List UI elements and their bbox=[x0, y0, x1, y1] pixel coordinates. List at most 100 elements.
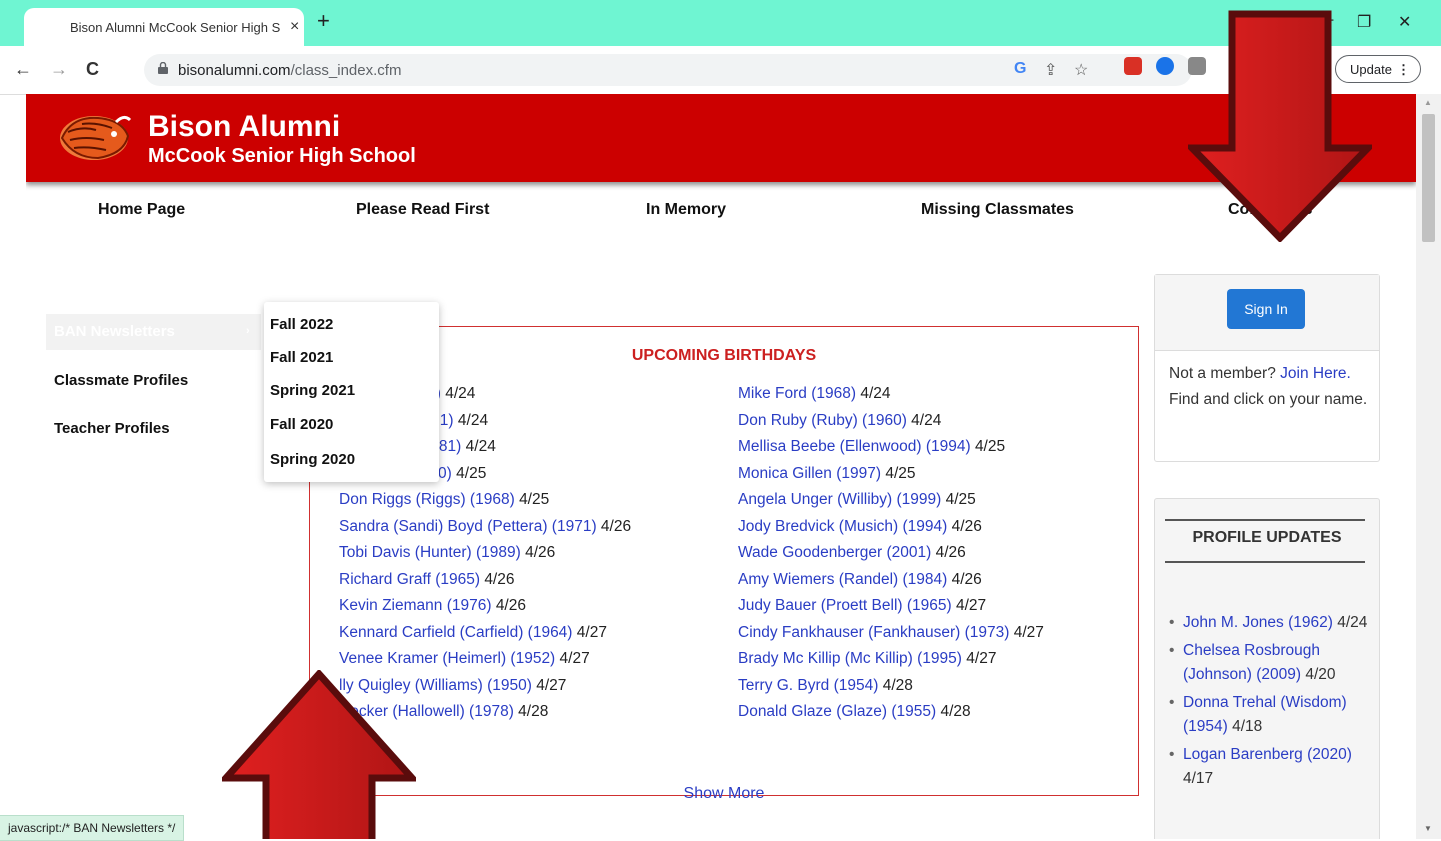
reload-icon[interactable]: C bbox=[86, 59, 99, 80]
birthday-row: Kevin Ziemann (1976) 4/26 bbox=[339, 597, 631, 624]
google-icon[interactable]: G bbox=[1014, 60, 1026, 78]
share-icon[interactable]: ⇪ bbox=[1044, 60, 1057, 80]
classmate-link[interactable]: Richard Graff (1965) bbox=[339, 571, 480, 588]
page-scrollbar[interactable]: ▲ ▼ bbox=[1416, 94, 1441, 839]
classmate-link[interactable]: Mellisa Beebe (Ellenwood) (1994) bbox=[738, 438, 971, 455]
birthday-row: Mellisa Beebe (Ellenwood) (1994) 4/25 bbox=[738, 438, 1044, 465]
classmate-link[interactable]: Amy Wiemers (Randel) (1984) bbox=[738, 571, 947, 588]
classmate-link[interactable]: Jody Bredvick (Musich) (1994) bbox=[738, 518, 947, 535]
extension-icon[interactable] bbox=[1124, 57, 1142, 75]
profile-update-item: John M. Jones (1962) 4/24 bbox=[1169, 611, 1374, 635]
birthday-date: 4/27 bbox=[955, 597, 987, 614]
birthday-row: Monica Gillen (1997) 4/25 bbox=[738, 465, 1044, 492]
newsletter-item[interactable]: Fall 2022 bbox=[270, 316, 333, 333]
address-bar[interactable]: bisonalumni.com/class_index.cfm G ⇪ ☆ bbox=[144, 54, 1192, 86]
new-tab-icon[interactable]: + bbox=[317, 10, 330, 32]
birthday-row: Terry G. Byrd (1954) 4/28 bbox=[738, 677, 1044, 704]
bison-logo-icon[interactable] bbox=[52, 108, 132, 164]
classmate-link[interactable]: Tobi Davis (Hunter) (1989) bbox=[339, 544, 521, 561]
classmate-link[interactable]: Don Riggs (Riggs) (1968) bbox=[339, 491, 515, 508]
scroll-up-icon[interactable]: ▲ bbox=[1424, 98, 1432, 107]
site-title[interactable]: Bison Alumni bbox=[148, 112, 340, 142]
profile-update-item: Logan Barenberg (2020) 4/17 bbox=[1169, 743, 1374, 791]
profile-update-link[interactable]: Logan Barenberg (2020) bbox=[1183, 746, 1352, 763]
birthday-date: 4/25 bbox=[456, 464, 487, 482]
newsletter-item[interactable]: Spring 2020 bbox=[270, 451, 355, 468]
classmate-link[interactable]: Terry G. Byrd (1954) bbox=[738, 677, 878, 694]
newsletter-item[interactable]: Fall 2021 bbox=[270, 349, 333, 366]
classmate-link[interactable]: Angela Unger (Williby) (1999) bbox=[738, 491, 941, 508]
birthday-row: Kennard Carfield (Carfield) (1964) 4/27 bbox=[339, 624, 631, 651]
show-more-link[interactable]: Show More bbox=[310, 785, 1138, 803]
newsletter-item[interactable]: Spring 2021 bbox=[270, 382, 355, 399]
chevron-right-icon: › bbox=[246, 325, 250, 337]
birthday-row: Jody Bredvick (Musich) (1994) 4/26 bbox=[738, 518, 1044, 545]
classmate-link[interactable]: Donald Glaze (Glaze) (1955) bbox=[738, 703, 936, 720]
birthday-row: Angela Unger (Williby) (1999) 4/25 bbox=[738, 491, 1044, 518]
extension-icon[interactable] bbox=[1156, 57, 1174, 75]
classmate-link[interactable]: Cindy Fankhauser (Fankhauser) (1973) bbox=[738, 624, 1009, 641]
bookmark-icon[interactable]: ☆ bbox=[1074, 60, 1088, 80]
classmate-link[interactable]: Venee Kramer (Heimerl) (1952) bbox=[339, 650, 555, 667]
profile-update-date: 4/24 bbox=[1337, 614, 1368, 631]
sign-in-button[interactable]: Sign In bbox=[1227, 289, 1305, 329]
classmate-link[interactable]: Brady Mc Killip (Mc Killip) (1995) bbox=[738, 650, 962, 667]
birthday-row: Brady Mc Killip (Mc Killip) (1995) 4/27 bbox=[738, 650, 1044, 677]
nav-missing-classmates[interactable]: Missing Classmates bbox=[921, 201, 1074, 219]
birthday-date: 4/25 bbox=[519, 491, 550, 508]
profile-updates-panel: PROFILE UPDATES John M. Jones (1962) 4/2… bbox=[1154, 498, 1380, 839]
birthday-row: Donald Glaze (Glaze) (1955) 4/28 bbox=[738, 703, 1044, 730]
birthday-row: Don Ruby (Ruby) (1960) 4/24 bbox=[738, 412, 1044, 439]
birthday-date: 4/24 bbox=[445, 385, 476, 402]
newsletter-item[interactable]: Fall 2020 bbox=[270, 416, 333, 433]
classmate-link[interactable]: Wade Goodenberger (2001) bbox=[738, 544, 931, 561]
birthday-date: 4/25 bbox=[885, 464, 916, 482]
birthday-date: 4/26 bbox=[951, 570, 982, 588]
birthday-date: 4/24 bbox=[911, 411, 942, 429]
classmate-link[interactable]: Sandra (Sandi) Boyd (Pettera) (1971) bbox=[339, 518, 597, 535]
profile-update-date: 4/20 bbox=[1305, 666, 1336, 683]
birthday-date: 4/26 bbox=[951, 517, 982, 535]
sidebar-item-teacher-profiles[interactable]: Teacher Profiles bbox=[54, 420, 170, 437]
birthday-date: 4/24 bbox=[860, 385, 891, 402]
scroll-down-icon[interactable]: ▼ bbox=[1424, 824, 1432, 833]
birthday-date: 4/26 bbox=[495, 597, 526, 614]
url-text: bisonalumni.com/class_index.cfm bbox=[178, 62, 402, 79]
birthday-date: 4/27 bbox=[576, 623, 607, 641]
back-icon[interactable]: ← bbox=[14, 59, 32, 80]
sidebar-item-classmate-profiles[interactable]: Classmate Profiles bbox=[54, 372, 188, 389]
birthday-row: Tobi Davis (Hunter) (1989) 4/26 bbox=[339, 544, 631, 571]
nav-in-memory[interactable]: In Memory bbox=[646, 201, 726, 219]
birthday-date: 4/27 bbox=[1013, 623, 1044, 641]
profile-update-item: Donna Trehal (Wisdom) (1954) 4/18 bbox=[1169, 691, 1374, 739]
birthday-date: 4/28 bbox=[882, 676, 913, 694]
join-here-link[interactable]: Join Here. bbox=[1280, 365, 1351, 382]
birthday-row: Mike Ford (1968) 4/24 bbox=[738, 385, 1044, 412]
scroll-thumb[interactable] bbox=[1422, 114, 1435, 242]
close-window-icon[interactable]: ✕ bbox=[1398, 12, 1411, 32]
classmate-link[interactable]: Kevin Ziemann (1976) bbox=[339, 597, 492, 614]
forward-icon[interactable]: → bbox=[50, 59, 68, 80]
profile-update-link[interactable]: Chelsea Rosbrough (Johnson) (2009) bbox=[1183, 642, 1320, 683]
nav-please-read-first[interactable]: Please Read First bbox=[356, 201, 489, 219]
tab-title: Bison Alumni McCook Senior High School bbox=[70, 20, 280, 35]
birthday-row: Judy Bauer (Proett Bell) (1965) 4/27 bbox=[738, 597, 1044, 624]
profile-update-link[interactable]: Donna Trehal (Wisdom) (1954) bbox=[1183, 694, 1347, 735]
nav-home-page[interactable]: Home Page bbox=[98, 201, 185, 219]
birthday-date: 4/28 bbox=[940, 703, 971, 720]
lock-icon bbox=[158, 62, 168, 74]
profile-updates-title: PROFILE UPDATES bbox=[1192, 529, 1342, 546]
profile-update-link[interactable]: John M. Jones (1962) bbox=[1183, 614, 1333, 631]
sidebar-item-ban-newsletters[interactable]: BAN Newsletters › bbox=[46, 314, 261, 350]
classmate-link[interactable]: Mike Ford (1968) bbox=[738, 385, 856, 402]
signin-message: Not a member? Join Here. Find and click … bbox=[1169, 365, 1368, 408]
classmate-link[interactable]: Don Ruby (Ruby) (1960) bbox=[738, 412, 907, 429]
browser-tab[interactable]: Bison Alumni McCook Senior High School × bbox=[24, 8, 304, 46]
tab-close-icon[interactable]: × bbox=[290, 18, 299, 36]
classmate-link[interactable]: Judy Bauer (Proett Bell) (1965) bbox=[738, 597, 952, 614]
classmate-link[interactable]: Monica Gillen (1997) bbox=[738, 465, 881, 482]
birthday-date: 4/24 bbox=[465, 438, 496, 455]
birthday-row: Sandra (Sandi) Boyd (Pettera) (1971) 4/2… bbox=[339, 518, 631, 545]
profile-update-date: 4/18 bbox=[1232, 718, 1263, 735]
classmate-link[interactable]: Kennard Carfield (Carfield) (1964) bbox=[339, 624, 572, 641]
